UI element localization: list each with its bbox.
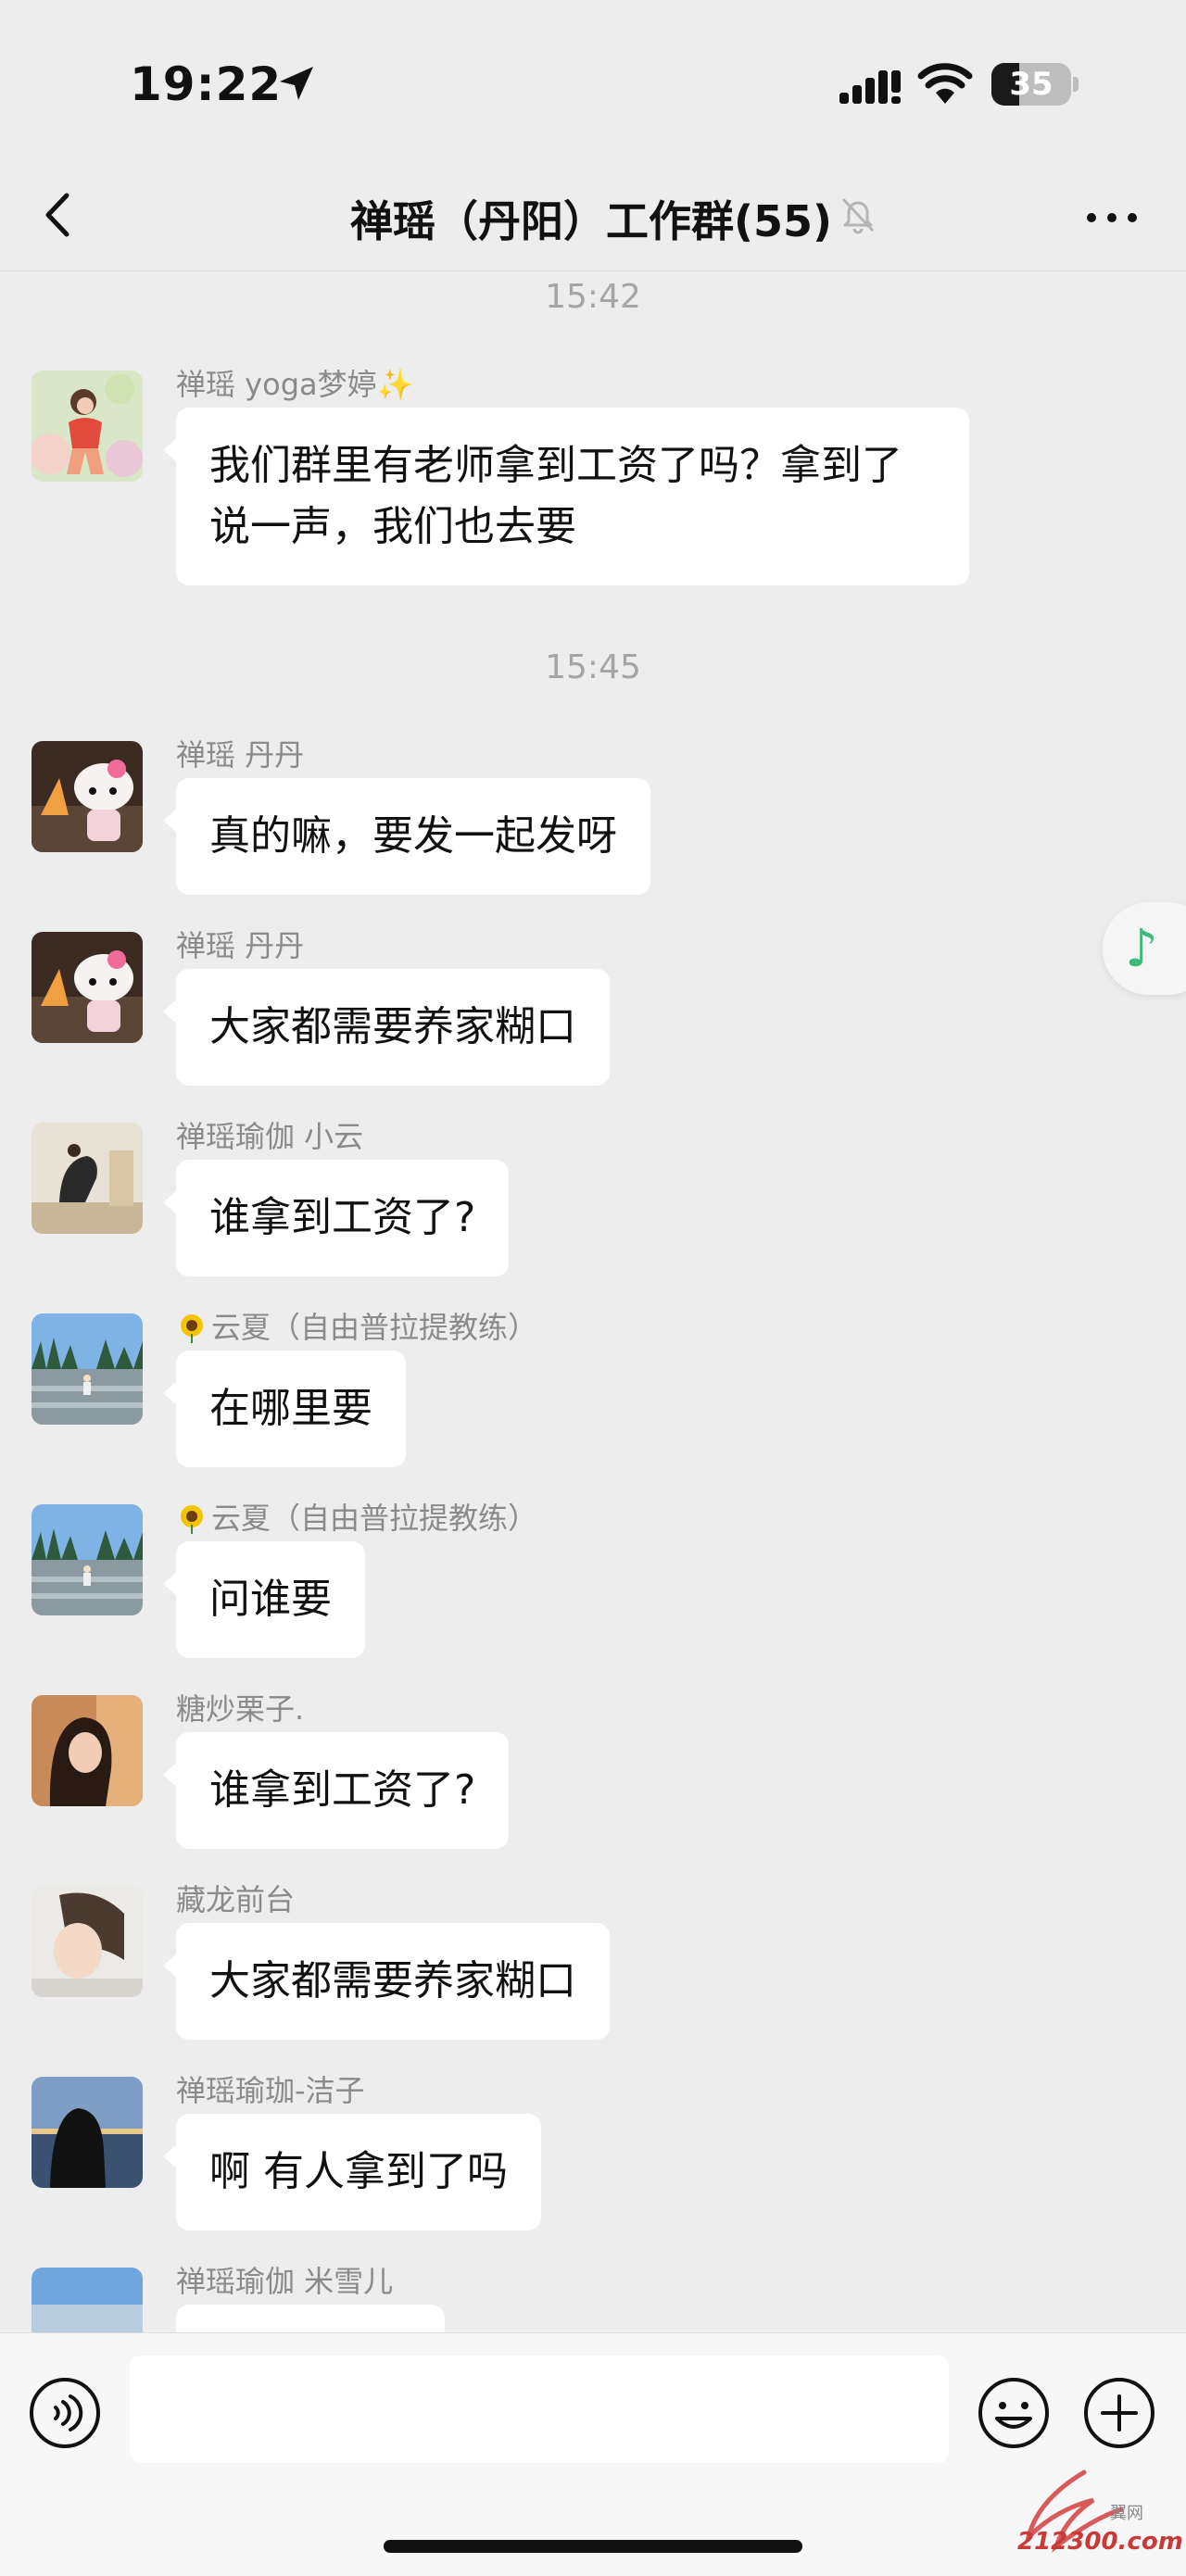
music-note-icon: ♪ (1125, 919, 1158, 979)
message-bubble[interactable]: 真的嘛，要发一起发呀 (163, 778, 650, 895)
message-input[interactable] (130, 2356, 949, 2463)
sender-name-text: 云夏（自由普拉提教练） (211, 1310, 538, 1345)
music-floating-button[interactable]: ♪ (1103, 902, 1186, 995)
avatar[interactable] (32, 932, 143, 1043)
sunflower-icon (181, 1314, 203, 1343)
bell-slash-icon (841, 197, 875, 234)
chat-header: 禅瑶（丹阳）工作群(55) (0, 162, 1186, 271)
avatar[interactable] (32, 1695, 143, 1806)
watermark-domain: 212300.com (1017, 2528, 1183, 2556)
message-bubble[interactable]: 在哪里要 (163, 1351, 406, 1467)
avatar[interactable] (32, 1504, 143, 1615)
more-options-button[interactable] (1075, 190, 1149, 245)
signal-icon (839, 70, 901, 104)
watermark-cn: 翼网 (1110, 2504, 1143, 2523)
avatar[interactable] (32, 2077, 143, 2188)
add-button[interactable] (1082, 2376, 1156, 2450)
message-bubble[interactable]: 大家都需要养家糊口 (163, 969, 610, 1086)
sender-name: 糖炒栗子. (176, 1691, 305, 1727)
sender-name: 云夏（自由普拉提教练） (176, 1304, 537, 1347)
emoji-button[interactable] (977, 2376, 1051, 2450)
chat-title: 禅瑶（丹阳）工作群(55) (350, 196, 833, 246)
chat-messages[interactable]: 15:42 禅瑶 yoga梦婷✨ 我们群里有老师拿到工资了吗？拿到了说一声，我们… (0, 272, 1186, 2332)
message-bubble[interactable]: 问谁要 (163, 1541, 365, 1658)
location-arrow-icon (280, 67, 313, 100)
sender-name-text: 云夏（自由普拉提教练） (211, 1501, 538, 1536)
back-button[interactable] (28, 182, 93, 247)
avatar[interactable] (32, 371, 143, 482)
avatar[interactable] (32, 741, 143, 852)
sender-name: 禅瑶 丹丹 (176, 928, 305, 963)
sender-name: 藏龙前台 (176, 1882, 296, 1917)
message-bubble[interactable]: 谁拿到工资了? (162, 1160, 510, 1276)
avatar[interactable] (32, 1886, 143, 1997)
message-bubble[interactable]: 大家都需要养家糊口 (163, 1923, 610, 2040)
avatar[interactable] (32, 1123, 143, 1234)
input-bar: 翼网 212300.com (0, 2332, 1186, 2576)
home-indicator (384, 2540, 802, 2553)
battery-level: 35 (1009, 66, 1054, 103)
sunflower-icon (181, 1505, 203, 1534)
avatar[interactable] (32, 1313, 143, 1425)
wifi-icon (917, 63, 973, 104)
sender-name: 禅瑶 yoga梦婷✨ (176, 367, 414, 402)
timestamp: 15:42 (545, 278, 641, 316)
sender-name: 禅瑶瑜伽 小云 (176, 1119, 364, 1154)
message-bubble[interactable]: 谁拿到工资了? (162, 1732, 510, 1849)
battery-indicator: 35 (991, 63, 1079, 106)
message-bubble[interactable]: 啊 有人拿到了吗 (163, 2114, 541, 2230)
timestamp: 15:45 (545, 648, 641, 686)
sender-name: 禅瑶瑜伽 米雪儿 (176, 2264, 394, 2299)
sender-name: 云夏（自由普拉提教练） (176, 1495, 537, 1538)
sender-name: 禅瑶瑜珈-洁子 (176, 2073, 365, 2108)
message-bubble[interactable] (176, 2305, 445, 2332)
message-bubble[interactable]: 我们群里有老师拿到工资了吗？拿到了说一声，我们也去要 (163, 408, 969, 585)
avatar[interactable] (32, 2268, 143, 2332)
status-bar: 19:22 35 (0, 0, 1186, 162)
sender-name: 禅瑶 丹丹 (176, 737, 305, 773)
status-time: 19:22 (130, 57, 283, 111)
voice-button[interactable] (28, 2376, 102, 2450)
watermark: 翼网 212300.com (1001, 2463, 1186, 2565)
